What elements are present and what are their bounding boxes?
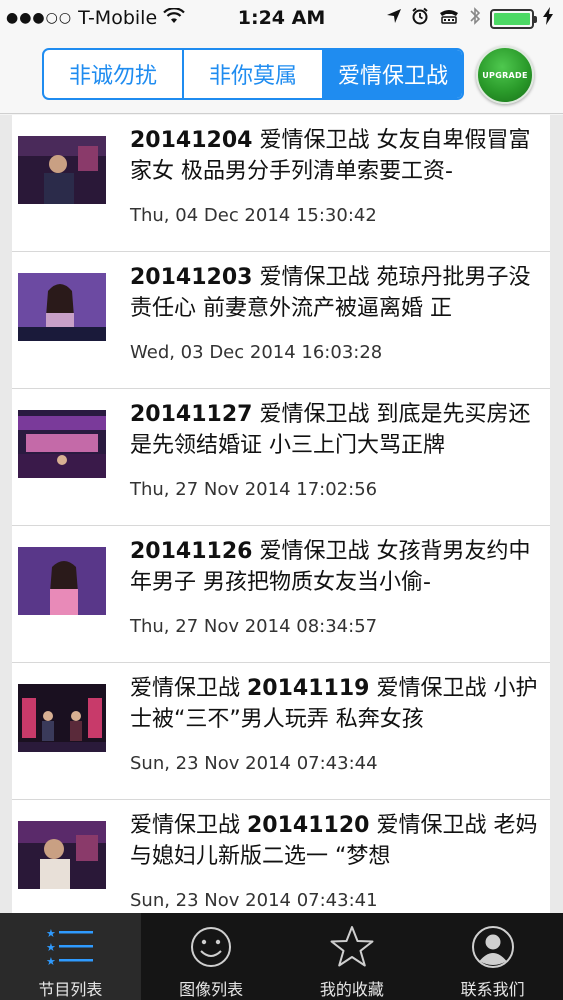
list-icon: ★ ★ ★ (44, 923, 96, 970)
status-bar: ●●●○○ T-Mobile 1:24 AM (0, 0, 563, 38)
upgrade-label: UPGRADE (482, 70, 528, 80)
tab-label: 联系我们 (460, 980, 525, 999)
episode-thumbnail (18, 136, 106, 204)
episode-title: 20141203 爱情保卫战 苑琼丹批男子没责任心 前妻意外流产被逼离婚 正 (130, 265, 531, 321)
segment-feini-moshu[interactable]: 非你莫属 (184, 50, 324, 98)
segment-aiqing-baoweizhan[interactable]: 爱情保卫战 (324, 50, 462, 98)
episode-title: 爱情保卫战 20141120 爱情保卫战 老妈与媳妇儿新版二选一 “梦想 (130, 813, 538, 869)
episode-thumbnail (18, 410, 106, 478)
tab-program-list[interactable]: ★ ★ ★ 节目列表 (0, 913, 141, 1000)
episode-thumbnail (18, 273, 106, 341)
upgrade-button[interactable]: UPGRADE (476, 46, 534, 104)
bluetooth-icon (469, 6, 481, 31)
tab-bar: ★ ★ ★ 节目列表 图像列表 我的收藏 联系我们 (0, 913, 563, 1000)
tab-favorites[interactable]: 我的收藏 (282, 913, 423, 1000)
episode-date: Wed, 03 Dec 2014 16:03:28 (130, 342, 383, 363)
list-item[interactable]: 20141127 爱情保卫战 到底是先买房还是先领结婚证 小三上门大骂正牌 Th… (12, 389, 550, 526)
list-item[interactable]: 20141126 爱情保卫战 女孩背男友约中年男子 男孩把物质女友当小偷- Th… (12, 526, 550, 663)
list-item[interactable]: 爱情保卫战 20141119 爱情保卫战 小护士被“三不”男人玩弄 私奔女孩 S… (12, 663, 550, 800)
location-arrow-icon (386, 8, 402, 29)
alarm-clock-icon (411, 7, 429, 30)
list-item[interactable]: 20141203 爱情保卫战 苑琼丹批男子没责任心 前妻意外流产被逼离婚 正 W… (12, 252, 550, 389)
episode-date: Sun, 23 Nov 2014 07:43:44 (130, 753, 378, 774)
episode-thumbnail (18, 821, 106, 889)
tty-phone-icon (438, 8, 460, 29)
episode-date: Sun, 23 Nov 2014 07:43:41 (130, 890, 378, 911)
svg-text:★: ★ (46, 927, 56, 940)
tab-image-list[interactable]: 图像列表 (141, 913, 282, 1000)
battery-icon (490, 8, 537, 29)
tab-label: 节目列表 (38, 980, 103, 999)
status-right (386, 6, 553, 31)
episode-title: 20141127 爱情保卫战 到底是先买房还是先领结婚证 小三上门大骂正牌 (130, 402, 531, 458)
svg-text:★: ★ (46, 955, 56, 968)
episode-date: Thu, 27 Nov 2014 08:34:57 (130, 616, 378, 637)
episode-title: 20141126 爱情保卫战 女孩背男友约中年男子 男孩把物质女友当小偷- (130, 539, 531, 595)
charging-bolt-icon (543, 7, 553, 30)
tab-label: 图像列表 (179, 980, 244, 999)
person-icon (471, 923, 515, 970)
list-item[interactable]: 爱情保卫战 20141120 爱情保卫战 老妈与媳妇儿新版二选一 “梦想 Sun… (12, 800, 550, 913)
episode-title: 20141204 爱情保卫战 女友自卑假冒富家女 极品男分手列清单索要工资- (130, 128, 531, 184)
episode-list[interactable]: 20141204 爱情保卫战 女友自卑假冒富家女 极品男分手列清单索要工资- T… (0, 115, 563, 913)
tab-label: 我的收藏 (319, 980, 384, 999)
episode-thumbnail (18, 547, 106, 615)
smiley-icon (189, 923, 233, 970)
episode-title: 爱情保卫战 20141119 爱情保卫战 小护士被“三不”男人玩弄 私奔女孩 (130, 676, 538, 732)
star-icon (329, 923, 375, 970)
show-segmented-control: 非诚勿扰 非你莫属 爱情保卫战 (42, 48, 464, 100)
svg-text:★: ★ (46, 941, 56, 954)
segment-feicheng-wurao[interactable]: 非诚勿扰 (44, 50, 184, 98)
list-item[interactable]: 20141204 爱情保卫战 女友自卑假冒富家女 极品男分手列清单索要工资- T… (12, 115, 550, 252)
episode-date: Thu, 04 Dec 2014 15:30:42 (130, 205, 377, 226)
episode-thumbnail (18, 684, 106, 752)
tab-contact-us[interactable]: 联系我们 (422, 913, 563, 1000)
episode-date: Thu, 27 Nov 2014 17:02:56 (130, 479, 378, 500)
nav-header: 非诚勿扰 非你莫属 爱情保卫战 UPGRADE (0, 38, 563, 114)
